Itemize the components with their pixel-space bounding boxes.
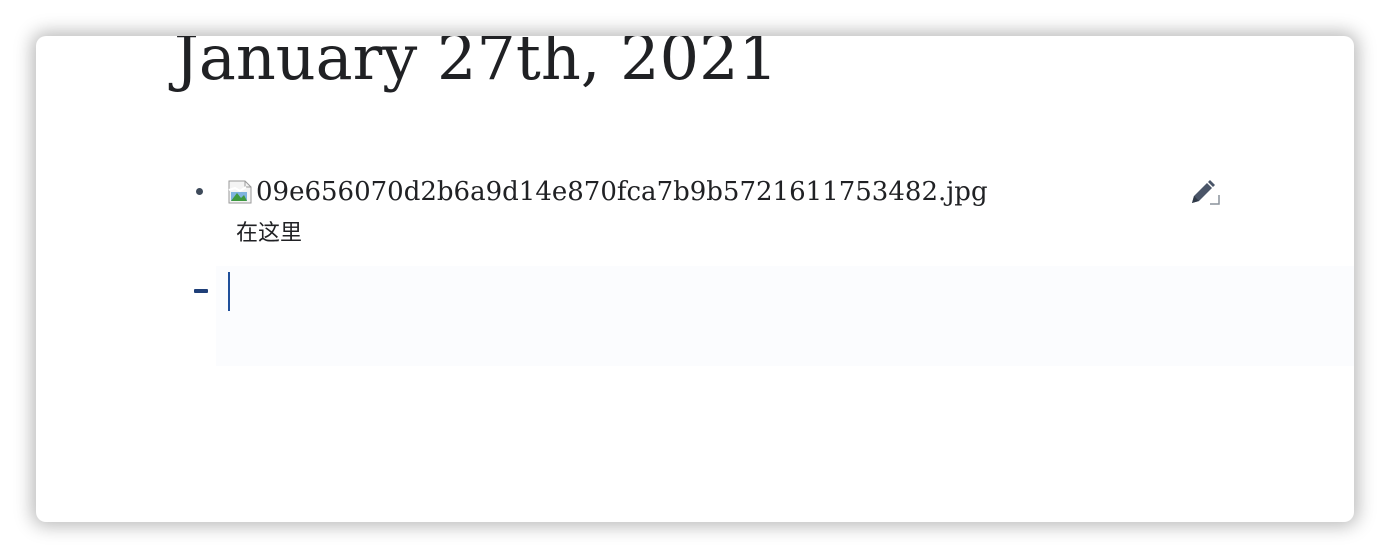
edit-button[interactable] — [1186, 178, 1222, 210]
image-embed[interactable]: 09e656070d2b6a9d14e870fca7b9b57216117534… — [226, 176, 988, 208]
image-caption: 在这里 — [236, 221, 303, 246]
broken-image-icon — [226, 178, 254, 206]
image-alt-text: 09e656070d2b6a9d14e870fca7b9b57216117534… — [256, 177, 988, 207]
dash-bullet-marker[interactable] — [194, 289, 208, 293]
page-title: January 27th, 2021 — [174, 36, 778, 94]
pencil-edit-icon — [1192, 180, 1220, 205]
bullet-dot[interactable] — [196, 188, 203, 195]
note-window: January 27th, 2021 09e656070d2b6a9d14e87… — [36, 36, 1354, 522]
image-block[interactable]: 09e656070d2b6a9d14e870fca7b9b57216117534… — [196, 176, 1236, 256]
block-editor-input[interactable] — [227, 270, 1131, 316]
text-caret — [228, 272, 230, 311]
